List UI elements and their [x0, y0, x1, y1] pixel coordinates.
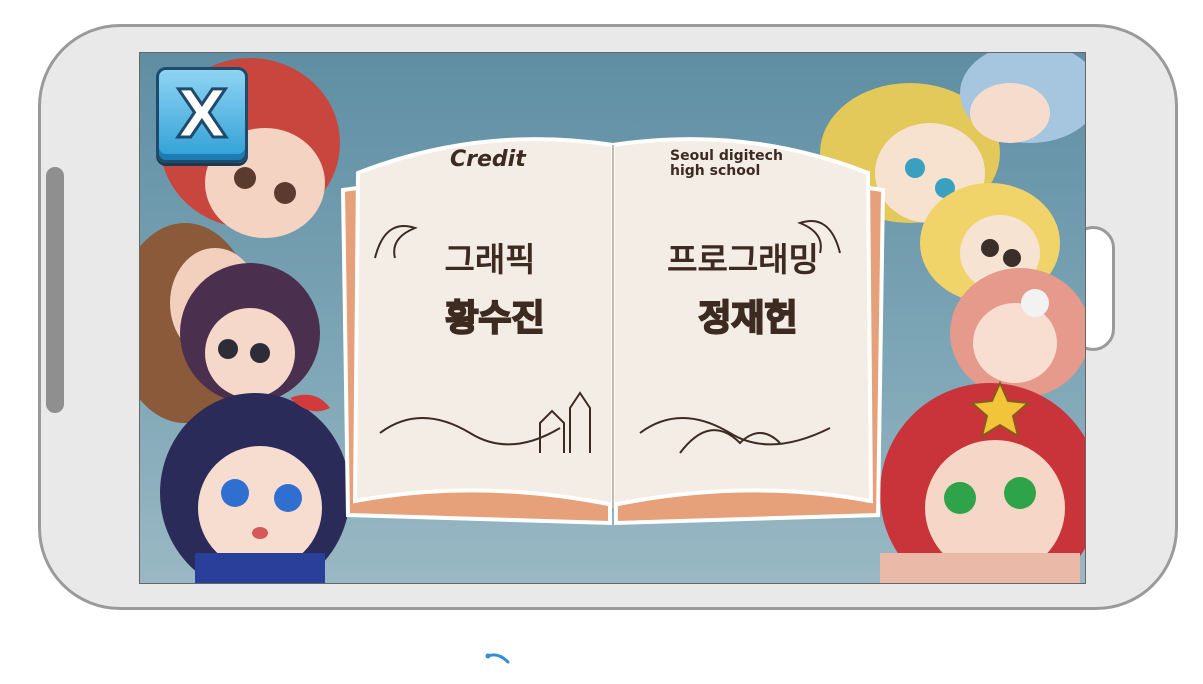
character-mermaid — [880, 380, 1085, 583]
school-name-line2: high school — [670, 163, 761, 179]
close-button[interactable]: X — [156, 67, 248, 163]
credit-title: Credit — [450, 147, 526, 172]
phone-camera-dot — [46, 394, 64, 412]
close-x-icon: X — [175, 76, 229, 153]
role-graphics: 그래픽 — [444, 240, 536, 279]
character-pink-hair — [950, 268, 1085, 398]
character-top-right — [960, 53, 1085, 143]
role-programming: 프로그래밍 — [667, 240, 819, 279]
character-dark-hair — [180, 263, 320, 403]
name-graphics: 황수진 — [444, 297, 545, 340]
loading-spinner-icon — [485, 653, 510, 664]
phone-speaker-slot — [46, 167, 64, 413]
school-name-line1: Seoul digitech — [670, 148, 783, 164]
credit-scene-art — [140, 53, 1085, 583]
school-name: Seoul digitech high school — [670, 149, 783, 179]
name-programming: 정재헌 — [697, 297, 798, 340]
game-screen: X Credit Seoul digitech high school 그래픽 … — [139, 52, 1086, 584]
character-snow-white — [160, 393, 350, 583]
